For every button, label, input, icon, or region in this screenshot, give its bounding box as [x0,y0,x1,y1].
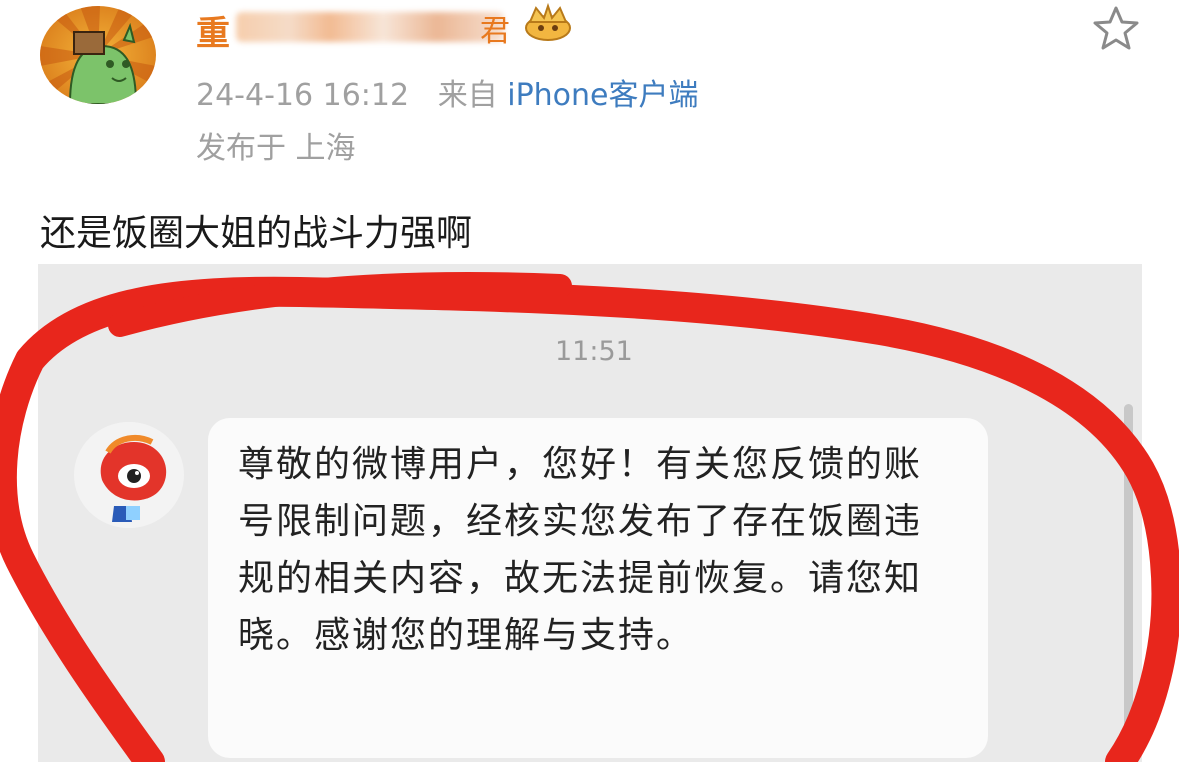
crown-badge-icon [522,2,574,42]
post-location: 发布于 上海 [196,131,356,166]
post-datetime: 24-4-16 16:12 [196,78,410,113]
chat-timestamp: 11:51 [555,336,633,367]
user-avatar[interactable] [40,6,156,104]
weibo-official-avatar [74,422,184,528]
username[interactable]: 重 [196,6,231,55]
chat-scrollbar[interactable] [1124,404,1133,762]
post-body-text: 还是饭圈大姐的战斗力强啊 [40,213,473,254]
chat-message-text: 尊敬的微博用户，您好！有关您反馈的账号限制问题，经核实您发布了存在饭圈违规的相关… [238,444,923,656]
post-meta: 24-4-16 16:12 来自 iPhone客户端 [196,70,699,114]
favorite-star-icon[interactable] [1090,4,1142,52]
username-tail: 君 [480,14,510,49]
blurred-username [236,12,504,42]
post-source-link[interactable]: iPhone客户端 [507,78,698,113]
post-from-label: 来自 [437,78,498,113]
